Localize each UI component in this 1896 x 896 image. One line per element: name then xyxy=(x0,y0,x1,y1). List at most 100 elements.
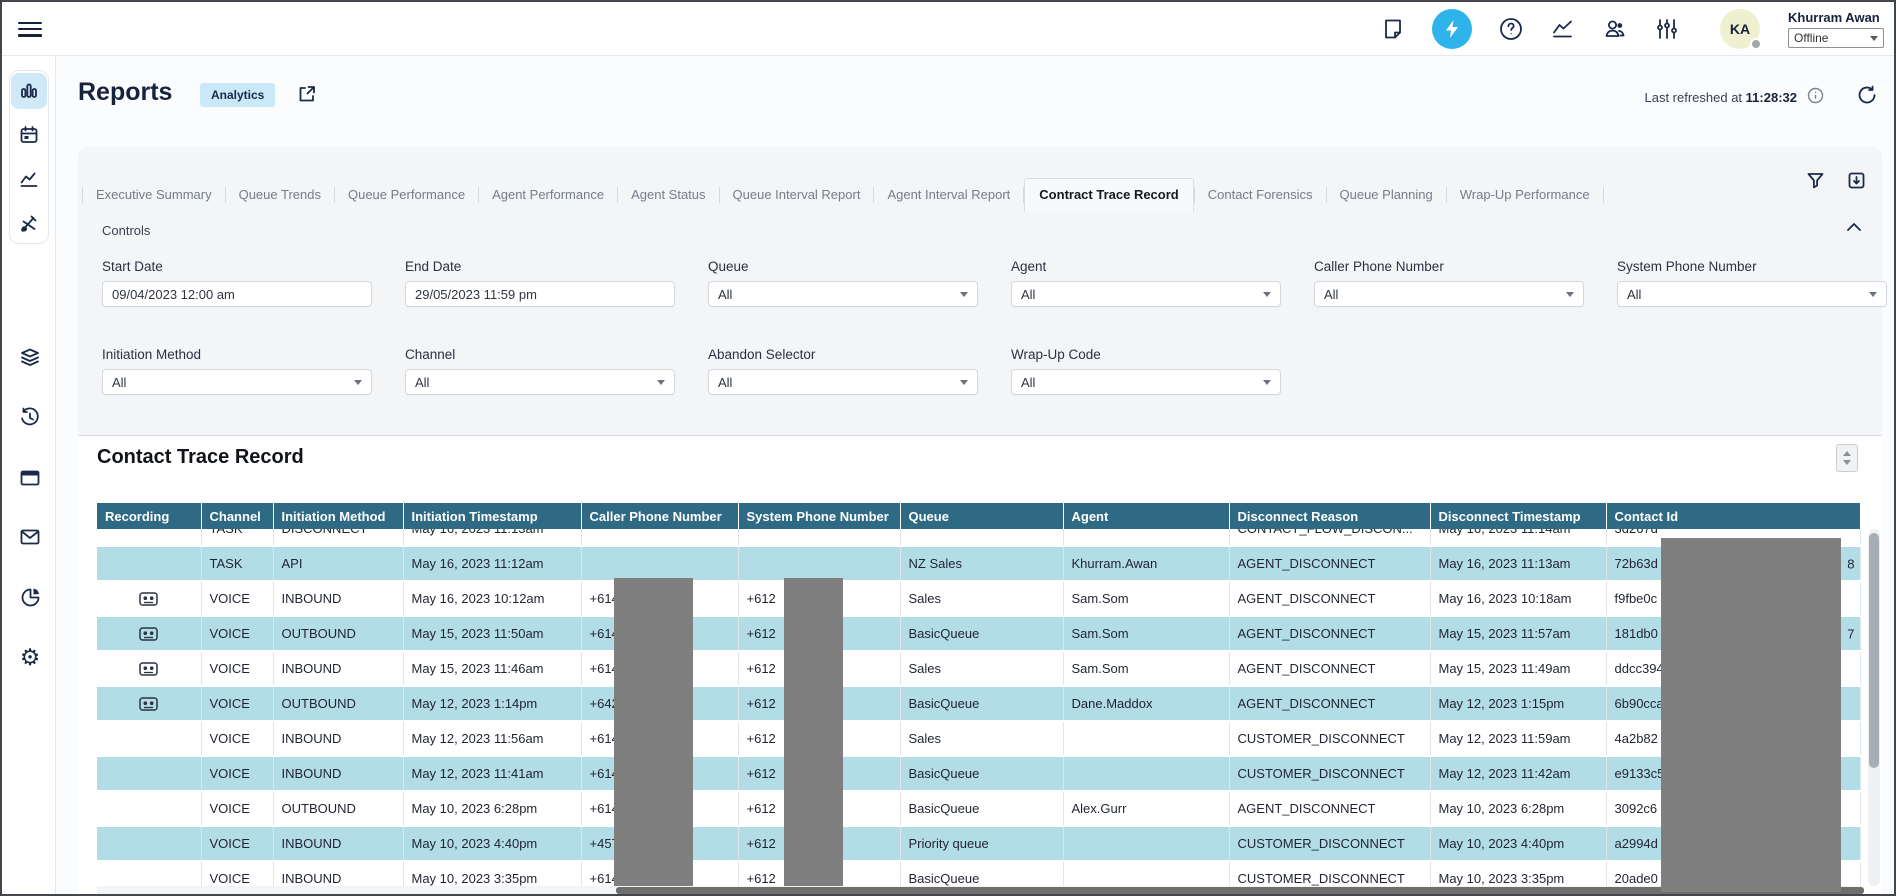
column-header-initiation-timestamp[interactable]: Initiation Timestamp xyxy=(403,503,581,529)
sidebar-item-reports[interactable] xyxy=(11,73,47,109)
start-date-input[interactable] xyxy=(102,281,372,307)
tab-queue-trends[interactable]: Queue Trends xyxy=(226,180,334,209)
table-row[interactable]: VOICEINBOUNDMay 15, 2023 11:46am+614+612… xyxy=(97,651,1860,686)
table-row[interactable]: VOICEINBOUNDMay 16, 2023 10:12am+614+612… xyxy=(97,581,1860,616)
cell-agent xyxy=(1063,529,1229,546)
download-icon[interactable] xyxy=(1847,171,1866,195)
column-header-caller-phone-number[interactable]: Caller Phone Number xyxy=(581,503,738,529)
refresh-block: Last refreshed at 11:28:32 xyxy=(1644,84,1878,111)
column-header-disconnect-timestamp[interactable]: Disconnect Timestamp xyxy=(1430,503,1606,529)
sidebar-item-mail[interactable] xyxy=(18,525,42,549)
table-row[interactable]: VOICEOUTBOUNDMay 10, 2023 6:28pm+614+612… xyxy=(97,791,1860,826)
status-select[interactable]: Offline xyxy=(1788,28,1884,48)
table-row[interactable]: VOICEINBOUNDMay 10, 2023 4:40pm+457+612P… xyxy=(97,826,1860,861)
cell-recording xyxy=(97,546,201,581)
open-external-icon[interactable] xyxy=(296,83,318,110)
tab-agent-performance[interactable]: Agent Performance xyxy=(479,180,617,209)
table-row[interactable]: VOICEINBOUNDMay 12, 2023 11:56am+614+612… xyxy=(97,721,1860,756)
help-icon[interactable] xyxy=(1498,16,1524,42)
column-header-system-phone-number[interactable]: System Phone Number xyxy=(738,503,900,529)
tab-queue-interval-report[interactable]: Queue Interval Report xyxy=(720,180,874,209)
sidebar-item-history[interactable] xyxy=(18,405,42,429)
recording-icon[interactable] xyxy=(105,592,193,606)
queue-select[interactable]: All xyxy=(708,281,978,307)
users-icon[interactable] xyxy=(1602,16,1628,42)
horizontal-scrollbar[interactable] xyxy=(97,886,1864,894)
wrap-up-code-select[interactable]: All xyxy=(1011,369,1281,395)
sidebar-item-customize[interactable] xyxy=(11,205,47,241)
column-header-agent[interactable]: Agent xyxy=(1063,503,1229,529)
table-row[interactable]: TASKDISCONNECTMay 16, 2023 11:13amCONTAC… xyxy=(97,529,1860,546)
tab-agent-status[interactable]: Agent Status xyxy=(618,180,718,209)
chevron-down-icon xyxy=(1263,292,1271,297)
cell-recording xyxy=(97,581,201,616)
chevron-down-icon xyxy=(960,380,968,385)
channel-select[interactable]: All xyxy=(405,369,675,395)
caller-phone-number-select[interactable]: All xyxy=(1314,281,1584,307)
initiation-method-select[interactable]: All xyxy=(102,369,372,395)
vertical-scrollbar[interactable] xyxy=(1868,529,1880,886)
tab-executive-summary[interactable]: Executive Summary xyxy=(83,180,225,209)
table-row[interactable]: VOICEINBOUNDMay 12, 2023 11:41am+614+612… xyxy=(97,756,1860,791)
cell-queue xyxy=(900,529,1063,546)
hamburger-menu-icon[interactable] xyxy=(18,18,42,40)
column-header-disconnect-reason[interactable]: Disconnect Reason xyxy=(1229,503,1430,529)
table-row[interactable]: VOICEOUTBOUNDMay 15, 2023 11:50am+614+61… xyxy=(97,616,1860,651)
cell-initiation-method: INBOUND xyxy=(273,721,403,756)
refresh-icon[interactable] xyxy=(1856,84,1878,111)
tab-queue-performance[interactable]: Queue Performance xyxy=(335,180,478,209)
sidebar-item-settings[interactable]: ⚙ xyxy=(18,645,42,669)
system-phone-number-select[interactable]: All xyxy=(1617,281,1887,307)
table-row[interactable]: VOICEOUTBOUNDMay 12, 2023 1:14pm+642+612… xyxy=(97,686,1860,721)
column-header-contact-id[interactable]: Contact Id xyxy=(1606,503,1860,529)
line-chart-icon[interactable] xyxy=(1550,16,1576,42)
cell-caller-phone xyxy=(581,529,738,546)
recording-icon[interactable] xyxy=(105,662,193,676)
vertical-scrollbar-thumb[interactable] xyxy=(1869,533,1879,768)
column-header-recording[interactable]: Recording xyxy=(97,503,201,529)
filter-caller-phone-number: Caller Phone NumberAll xyxy=(1314,259,1584,307)
cell-queue: BasicQueue xyxy=(900,756,1063,791)
table-row[interactable]: TASKAPIMay 16, 2023 11:12amNZ SalesKhurr… xyxy=(97,546,1860,581)
cell-initiation-timestamp: May 12, 2023 11:56am xyxy=(403,721,581,756)
collapse-controls-icon[interactable] xyxy=(1846,219,1862,237)
filter-icon[interactable] xyxy=(1806,171,1825,195)
contact-id-text: 3092c6 xyxy=(1615,801,1658,816)
column-header-initiation-method[interactable]: Initiation Method xyxy=(273,503,403,529)
controls-title: Controls xyxy=(102,223,150,238)
recording-icon[interactable] xyxy=(105,697,193,711)
sidebar-item-layers[interactable] xyxy=(18,346,42,370)
avatar[interactable]: KA xyxy=(1720,9,1760,49)
column-header-channel[interactable]: Channel xyxy=(201,503,273,529)
tab-queue-planning[interactable]: Queue Planning xyxy=(1327,180,1446,209)
sidebar-item-calendar[interactable] xyxy=(11,117,47,153)
cell-channel: VOICE xyxy=(201,826,273,861)
end-date-input[interactable] xyxy=(405,281,675,307)
end-date-input-value[interactable] xyxy=(415,287,665,302)
spinner-up-icon[interactable] xyxy=(1843,451,1851,456)
sliders-icon[interactable] xyxy=(1654,16,1680,42)
cell-initiation-timestamp: May 16, 2023 10:12am xyxy=(403,581,581,616)
tab-contact-forensics[interactable]: Contact Forensics xyxy=(1195,180,1326,209)
agent-select[interactable]: All xyxy=(1011,281,1281,307)
tab-wrap-up-performance[interactable]: Wrap-Up Performance xyxy=(1447,180,1603,209)
cell-recording xyxy=(97,616,201,651)
tab-contract-trace-record[interactable]: Contract Trace Record xyxy=(1024,178,1193,212)
spinner-down-icon[interactable] xyxy=(1843,460,1851,465)
tab-agent-interval-report[interactable]: Agent Interval Report xyxy=(874,180,1023,209)
row-spinner[interactable] xyxy=(1836,444,1858,472)
sidebar-item-window[interactable] xyxy=(18,466,42,490)
quick-actions-lightning-icon[interactable] xyxy=(1432,9,1472,49)
sidebar-item-trends[interactable] xyxy=(11,161,47,197)
filter-label: Queue xyxy=(708,259,978,274)
cell-recording xyxy=(97,756,201,791)
cell-queue: Priority queue xyxy=(900,826,1063,861)
sidebar-item-pie-chart[interactable] xyxy=(18,585,42,609)
info-icon[interactable] xyxy=(1807,87,1824,109)
abandon-selector-select[interactable]: All xyxy=(708,369,978,395)
column-header-queue[interactable]: Queue xyxy=(900,503,1063,529)
notes-icon[interactable] xyxy=(1380,16,1406,42)
recording-icon[interactable] xyxy=(105,627,193,641)
start-date-input-value[interactable] xyxy=(112,287,362,302)
cell-system-phone xyxy=(738,529,900,546)
